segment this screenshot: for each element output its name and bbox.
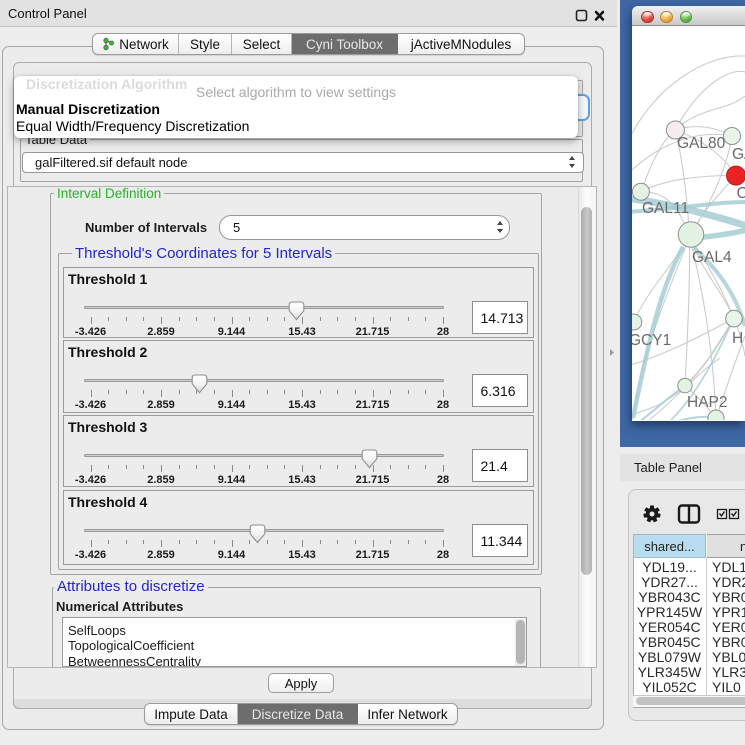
svg-text:H: H (732, 330, 743, 347)
svg-text:GA: GA (732, 146, 745, 163)
svg-text:GAL4: GAL4 (692, 249, 732, 266)
svg-text:GAL11: GAL11 (642, 200, 689, 217)
svg-text:C: C (737, 185, 745, 202)
svg-text:GAL80: GAL80 (677, 135, 726, 152)
svg-text:GCY1: GCY1 (632, 332, 671, 349)
svg-text:HAP2: HAP2 (687, 394, 728, 411)
